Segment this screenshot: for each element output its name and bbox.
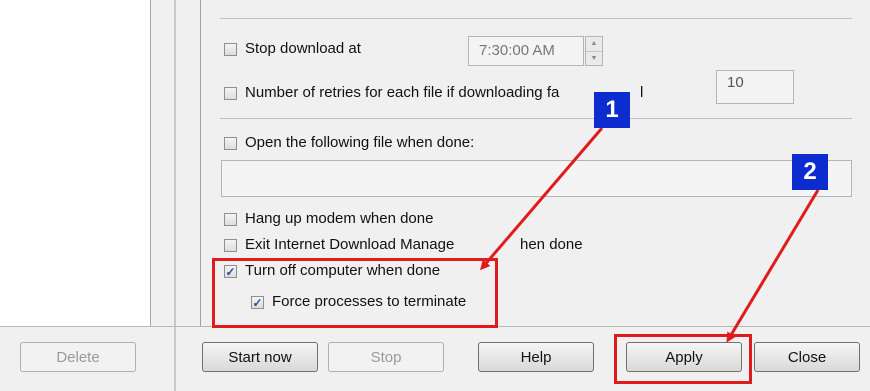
arrow-step2 — [726, 189, 820, 343]
annotation-arrows — [480, 127, 820, 343]
arrow-step1 — [480, 127, 604, 271]
step-badge-1: 1 — [594, 92, 630, 128]
step-badge-2: 2 — [792, 154, 828, 190]
